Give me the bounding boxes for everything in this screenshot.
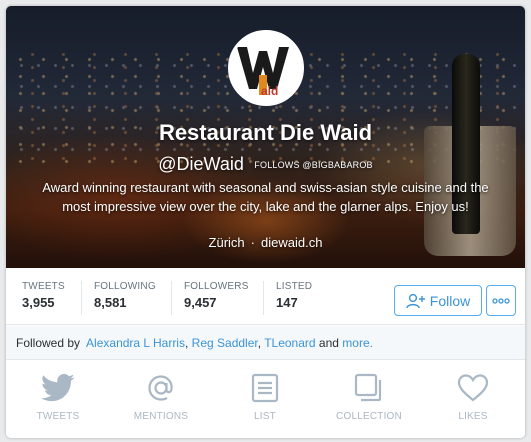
list-icon <box>251 373 279 403</box>
stat-value: 3,955 <box>22 295 55 310</box>
profile-tabs: TWEETS MENTIONS LIST COLLECTION LIKES <box>6 361 525 438</box>
heart-icon <box>457 374 489 402</box>
follow-button-label: Follow <box>429 292 471 309</box>
followed-by-user-link[interactable]: Alexandra L Harris <box>86 336 185 350</box>
tab-mentions[interactable]: MENTIONS <box>111 373 211 422</box>
more-options-button[interactable] <box>486 285 516 316</box>
stat-label: LISTED <box>276 281 313 292</box>
stat-value: 147 <box>276 295 298 310</box>
followed-by-user-link[interactable]: TLeonard <box>264 336 315 350</box>
svg-text:aid: aid <box>261 84 278 98</box>
profile-header-image: aid Restaurant Die Waid @DieWaid FOLLOWS… <box>6 6 525 268</box>
profile-website-link[interactable]: diewaid.ch <box>261 235 322 250</box>
at-icon <box>148 375 173 401</box>
avatar[interactable]: aid <box>228 30 304 106</box>
followed-by-more-link[interactable]: more. <box>342 336 373 350</box>
stat-listed[interactable]: LISTED 147 <box>263 281 333 315</box>
profile-card: aid Restaurant Die Waid @DieWaid FOLLOWS… <box>6 6 525 438</box>
follow-button[interactable]: Follow <box>394 285 482 316</box>
followed-by-user-link[interactable]: Reg Saddler <box>192 336 258 350</box>
stat-value: 8,581 <box>94 295 127 310</box>
stat-followers[interactable]: FOLLOWERS 9,457 <box>171 281 261 315</box>
collection-icon <box>354 373 382 402</box>
tab-collection[interactable]: COLLECTION <box>319 373 419 422</box>
profile-location: Zürich <box>208 235 245 250</box>
location-row: Zürich · diewaid.ch <box>6 235 525 250</box>
tab-list[interactable]: LIST <box>215 373 315 422</box>
comma: , <box>257 336 262 350</box>
tab-label: TWEETS <box>36 411 80 422</box>
profile-bio: Award winning restaurant with seasonal a… <box>42 180 489 214</box>
stat-label: TWEETS <box>22 281 65 292</box>
stat-label: FOLLOWING <box>94 281 156 292</box>
tab-tweets[interactable]: TWEETS <box>8 373 108 422</box>
handle-row: @DieWaid FOLLOWS @BIGBABAROB <box>6 154 525 175</box>
profile-stats-bar: TWEETS 3,955 FOLLOWING 8,581 FOLLOWERS 9… <box>6 268 525 325</box>
tab-label: LIST <box>254 411 276 422</box>
comma: , <box>184 336 189 350</box>
add-user-icon <box>406 293 425 308</box>
stat-tweets[interactable]: TWEETS 3,955 <box>6 281 72 315</box>
tab-label: LIKES <box>458 411 488 422</box>
stat-following[interactable]: FOLLOWING 8,581 <box>81 281 171 315</box>
tab-likes[interactable]: LIKES <box>423 373 523 422</box>
followed-by-and: and <box>318 336 339 350</box>
stat-label: FOLLOWERS <box>184 281 249 292</box>
tab-label: COLLECTION <box>336 411 402 422</box>
more-dots-icon <box>492 297 510 304</box>
tab-label: MENTIONS <box>133 411 189 422</box>
follows-you-badge: FOLLOWS @BIGBABAROB <box>254 160 373 170</box>
profile-handle[interactable]: @DieWaid <box>158 154 244 174</box>
followed-by-row: Followed by Alexandra L Harris, Reg Sadd… <box>6 326 525 360</box>
followed-by-prefix: Followed by <box>16 336 81 350</box>
separator: · <box>250 235 256 250</box>
restaurant-logo: aid <box>231 33 301 103</box>
twitter-bird-icon <box>41 373 75 402</box>
profile-name: Restaurant Die Waid <box>158 120 373 145</box>
stat-value: 9,457 <box>184 295 217 310</box>
